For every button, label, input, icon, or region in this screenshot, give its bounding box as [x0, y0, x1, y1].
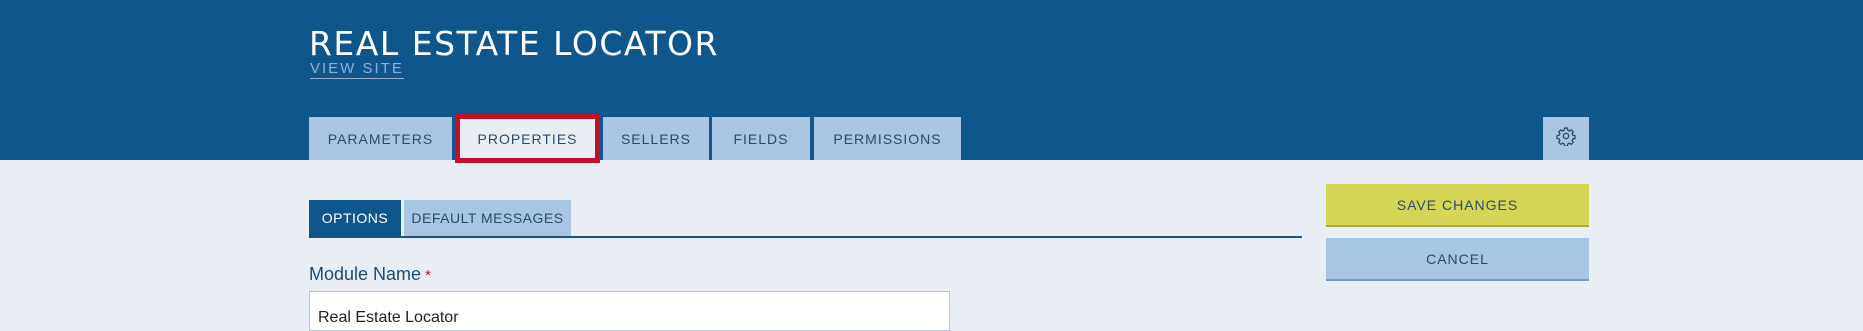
subtab-divider [309, 236, 1302, 238]
module-name-label: Module Name * [309, 264, 431, 285]
module-name-label-text: Module Name [309, 264, 422, 284]
required-marker: * [425, 267, 431, 284]
view-site-link[interactable]: VIEW SITE [310, 60, 404, 79]
tab-permissions[interactable]: PERMISSIONS [814, 117, 961, 160]
tab-fields[interactable]: FIELDS [712, 117, 810, 160]
cancel-button[interactable]: CANCEL [1326, 238, 1589, 281]
tab-properties[interactable]: PROPERTIES [455, 114, 600, 163]
tab-parameters[interactable]: PARAMETERS [309, 117, 452, 160]
subtab-options[interactable]: OPTIONS [309, 200, 401, 236]
app-title: REAL ESTATE LOCATOR [309, 24, 719, 63]
settings-button[interactable] [1543, 117, 1589, 160]
app-header: REAL ESTATE LOCATOR VIEW SITE PARAMETERS… [0, 0, 1863, 163]
save-changes-button[interactable]: SAVE CHANGES [1326, 184, 1589, 227]
tab-sellers[interactable]: SELLERS [603, 117, 709, 160]
subtab-default-messages[interactable]: DEFAULT MESSAGES [404, 200, 571, 236]
gear-icon [1556, 126, 1576, 151]
module-name-input[interactable] [309, 291, 950, 331]
